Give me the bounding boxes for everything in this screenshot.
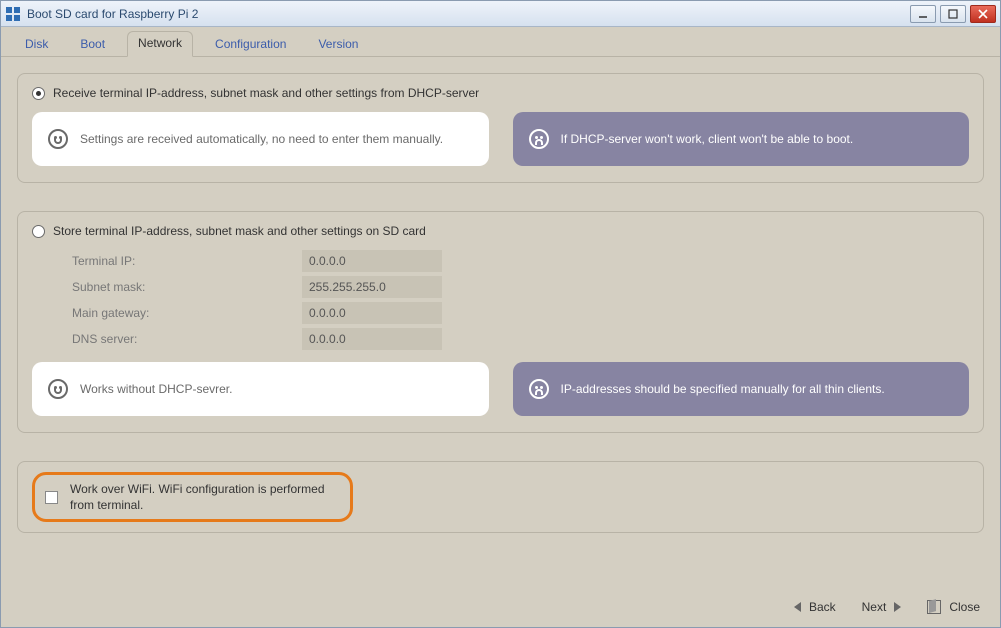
exit-icon	[927, 600, 941, 614]
terminal-ip-field[interactable]	[302, 250, 442, 272]
tab-bar: Disk Boot Network Configuration Version	[1, 27, 1000, 57]
smile-icon	[48, 129, 68, 149]
sdcard-con-text: IP-addresses should be specified manuall…	[561, 381, 954, 398]
subnet-mask-row: Subnet mask:	[72, 276, 969, 298]
close-label: Close	[949, 600, 980, 614]
content-area: Receive terminal IP-address, subnet mask…	[1, 57, 1000, 549]
dhcp-pro-text: Settings are received automatically, no …	[80, 131, 473, 148]
terminal-ip-row: Terminal IP:	[72, 250, 969, 272]
chevron-left-icon	[794, 602, 801, 612]
back-label: Back	[809, 600, 836, 614]
dhcp-pro-box: Settings are received automatically, no …	[32, 112, 489, 166]
sdcard-pro-box: Works without DHCP-sevrer.	[32, 362, 489, 416]
sad-icon	[529, 129, 549, 149]
dhcp-radio-label: Receive terminal IP-address, subnet mask…	[53, 86, 479, 100]
tab-boot[interactable]: Boot	[70, 33, 115, 57]
terminal-ip-label: Terminal IP:	[72, 254, 302, 268]
app-window: Boot SD card for Raspberry Pi 2 Disk Boo…	[0, 0, 1001, 628]
footer-bar: Back Next Close	[1, 587, 1000, 627]
back-button[interactable]: Back	[794, 600, 836, 614]
close-window-button[interactable]	[970, 5, 996, 23]
sdcard-radio-label: Store terminal IP-address, subnet mask a…	[53, 224, 426, 238]
next-button[interactable]: Next	[862, 600, 902, 614]
dhcp-con-text: If DHCP-server won't work, client won't …	[561, 131, 954, 148]
dhcp-info-row: Settings are received automatically, no …	[32, 112, 969, 166]
tab-configuration[interactable]: Configuration	[205, 33, 296, 57]
chevron-right-icon	[894, 602, 901, 612]
minimize-button[interactable]	[910, 5, 936, 23]
sdcard-pro-text: Works without DHCP-sevrer.	[80, 381, 473, 398]
dhcp-con-box: If DHCP-server won't work, client won't …	[513, 112, 970, 166]
sdcard-radio-row[interactable]: Store terminal IP-address, subnet mask a…	[32, 224, 969, 238]
main-gateway-row: Main gateway:	[72, 302, 969, 324]
app-icon	[5, 6, 21, 22]
next-label: Next	[862, 600, 887, 614]
subnet-mask-field[interactable]	[302, 276, 442, 298]
dns-server-label: DNS server:	[72, 332, 302, 346]
subnet-mask-label: Subnet mask:	[72, 280, 302, 294]
window-title: Boot SD card for Raspberry Pi 2	[27, 7, 910, 21]
dhcp-radio[interactable]	[32, 87, 45, 100]
sdcard-radio[interactable]	[32, 225, 45, 238]
wifi-highlight: Work over WiFi. WiFi configuration is pe…	[32, 472, 353, 522]
wifi-checkbox[interactable]	[45, 491, 58, 504]
titlebar: Boot SD card for Raspberry Pi 2	[1, 1, 1000, 27]
sdcard-con-box: IP-addresses should be specified manuall…	[513, 362, 970, 416]
smile-icon	[48, 379, 68, 399]
dns-server-row: DNS server:	[72, 328, 969, 350]
dhcp-radio-row[interactable]: Receive terminal IP-address, subnet mask…	[32, 86, 969, 100]
sdcard-group: Store terminal IP-address, subnet mask a…	[17, 211, 984, 433]
dns-server-field[interactable]	[302, 328, 442, 350]
close-button[interactable]: Close	[927, 600, 980, 614]
wifi-label: Work over WiFi. WiFi configuration is pe…	[70, 481, 340, 513]
window-controls	[910, 5, 996, 23]
dhcp-group: Receive terminal IP-address, subnet mask…	[17, 73, 984, 183]
sad-icon	[529, 379, 549, 399]
tab-disk[interactable]: Disk	[15, 33, 58, 57]
main-gateway-field[interactable]	[302, 302, 442, 324]
sdcard-info-row: Works without DHCP-sevrer. IP-addresses …	[32, 362, 969, 416]
maximize-button[interactable]	[940, 5, 966, 23]
tab-version[interactable]: Version	[308, 33, 368, 57]
sdcard-form: Terminal IP: Subnet mask: Main gateway: …	[72, 250, 969, 350]
tab-network[interactable]: Network	[127, 31, 193, 57]
main-gateway-label: Main gateway:	[72, 306, 302, 320]
wifi-group: Work over WiFi. WiFi configuration is pe…	[17, 461, 984, 533]
